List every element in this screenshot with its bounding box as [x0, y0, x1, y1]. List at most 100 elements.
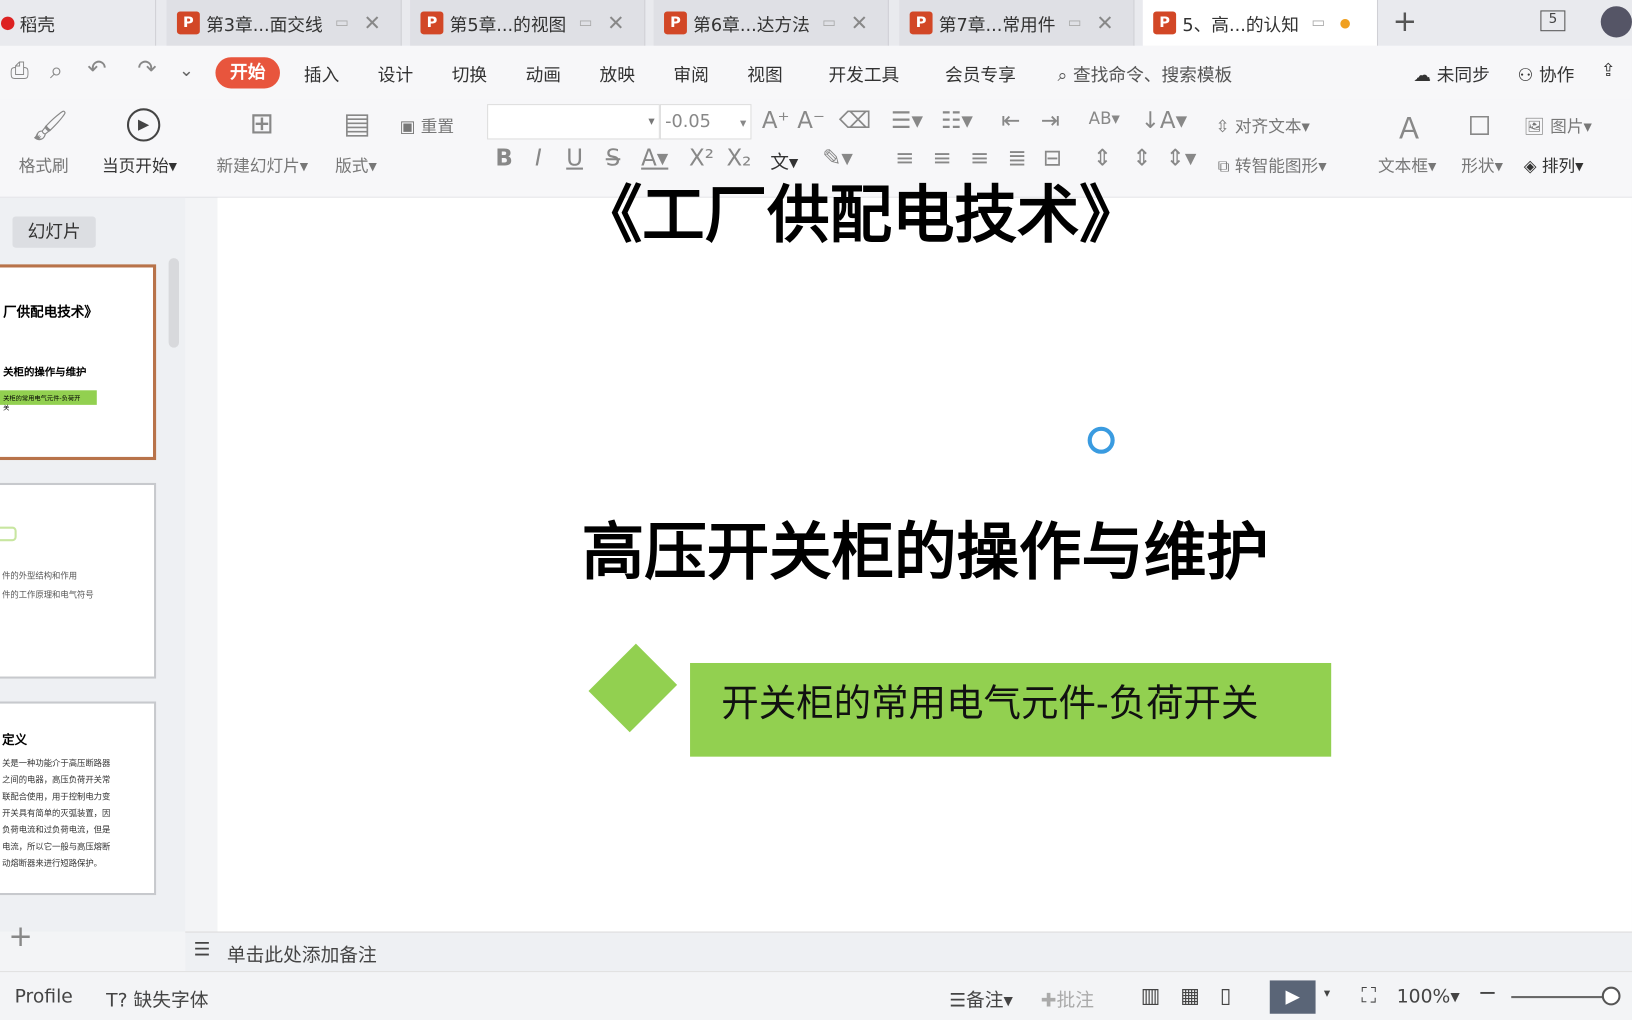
tab-doc[interactable]: P 第5章...的视图 ▭ ✕	[410, 0, 646, 46]
increase-indent-icon[interactable]: ⇥	[1041, 108, 1060, 134]
slide-subtitle[interactable]: 高压开关柜的操作与维护	[582, 502, 1269, 593]
textbox-button[interactable]: 文本框▾	[1378, 152, 1436, 177]
ppt-icon: P	[420, 11, 444, 35]
tab-doc[interactable]: P 第3章...面交线 ▭ ✕	[166, 0, 402, 46]
wps-presentation-window: ● 稻壳 P 第3章...面交线 ▭ ✕ P 第5章...的视图 ▭ ✕ P 第6章...达方法…	[0, 0, 1632, 1020]
ppt-icon: P	[1153, 11, 1177, 35]
user-icon: ⚇	[1517, 65, 1534, 87]
comment-button[interactable]: ✚批注	[1041, 986, 1094, 1013]
textbox-icon: Ａ	[1394, 111, 1424, 146]
close-icon[interactable]: ✕	[851, 10, 868, 35]
play-from-current-button[interactable]: 当页开始▾	[102, 152, 177, 177]
normal-view-icon[interactable]: ▥	[1141, 983, 1161, 1008]
smart-shape-button[interactable]: ⧉ 转智能图形▾	[1218, 152, 1327, 177]
slide-thumbnail-2[interactable]: 件的外型结构和作用 件的工作原理和电气符号	[0, 482, 157, 679]
increase-font-icon[interactable]: A⁺	[762, 108, 790, 134]
bold-icon[interactable]: B	[495, 146, 512, 172]
notes-toggle[interactable]: ☰备注▾	[949, 986, 1013, 1013]
decrease-indent-icon[interactable]: ⇤	[1001, 108, 1020, 134]
close-icon[interactable]: ✕	[1096, 10, 1113, 35]
menu-insert[interactable]: 插入	[304, 60, 339, 87]
tab-slides[interactable]: 幻灯片	[12, 216, 96, 248]
slide-sorter-icon[interactable]: ▦	[1180, 983, 1200, 1008]
shape-button[interactable]: 形状▾	[1461, 152, 1503, 177]
avatar[interactable]	[1600, 6, 1632, 38]
collaborate-button[interactable]: ⚇ 协作	[1517, 60, 1574, 87]
monitor-icon: ▭	[578, 14, 593, 32]
print-preview-icon[interactable]: ⌕	[50, 58, 63, 84]
ppt-icon: P	[664, 11, 687, 35]
missing-font-button[interactable]: T? 缺失字体	[106, 986, 208, 1013]
tab-doc-active[interactable]: P 5、高...的认知 ▭ ●	[1142, 0, 1379, 46]
tab-doc[interactable]: P 第7章...常用件 ▭ ✕	[899, 0, 1135, 46]
new-tab-button[interactable]: +	[1393, 4, 1417, 38]
sync-status[interactable]: ☁ 未同步	[1413, 60, 1489, 87]
tab-bar: ● 稻壳 P 第3章...面交线 ▭ ✕ P 第5章...的视图 ▭ ✕ P 第6章...达方法…	[0, 0, 1632, 46]
play-slideshow-button[interactable]: ▶	[1269, 980, 1316, 1014]
scrollbar[interactable]	[168, 258, 180, 348]
slide-tag-box[interactable]: 开关柜的常用电气元件-负荷开关	[690, 662, 1332, 757]
decrease-font-icon[interactable]: A⁻	[797, 108, 825, 134]
bullets-icon[interactable]: ☰▾	[891, 108, 923, 134]
spacing-menu-icon[interactable]: ⇕▾	[1166, 146, 1197, 172]
arrange-button[interactable]: ◈ 排列▾	[1524, 152, 1584, 177]
numbering-icon[interactable]: ☷▾	[941, 108, 973, 134]
format-painter-icon: 🖌	[31, 108, 69, 143]
window-count-button[interactable]: 5	[1540, 10, 1566, 32]
notes-icon: ☰	[193, 938, 211, 961]
menu-review[interactable]: 审阅	[673, 60, 708, 87]
clear-format-icon[interactable]: ⌫	[839, 108, 871, 134]
undo-icon[interactable]: ↶	[87, 56, 106, 82]
italic-icon[interactable]: I	[535, 146, 542, 172]
format-painter-button[interactable]: 格式刷	[19, 152, 69, 177]
reset-button[interactable]: ▣ 重置	[400, 112, 454, 137]
close-icon[interactable]: ✕	[607, 10, 624, 35]
slide-thumbnail-3[interactable]: 定义 关是一种功能介于高压断路器 之间的电器，高压负荷开关常 联配合使用，用于控制电…	[0, 701, 157, 896]
zoom-slider-handle[interactable]	[1601, 986, 1621, 1006]
search-command[interactable]: ⌕ 查找命令、搜索模板	[1057, 60, 1232, 87]
play-icon: ▶	[126, 108, 161, 142]
layout-button[interactable]: 版式▾	[335, 152, 377, 177]
menu-slideshow[interactable]: 放映	[600, 60, 635, 87]
fit-window-icon[interactable]: ⛶	[1361, 983, 1376, 1008]
menu-transition[interactable]: 切换	[452, 60, 487, 87]
sort-icon[interactable]: ↓A▾	[1141, 108, 1187, 134]
ppt-icon: P	[909, 11, 933, 35]
customize-chevron-icon[interactable]: ⌄	[179, 60, 194, 81]
tab-doc[interactable]: P 第6章...达方法 ▭ ✕	[653, 0, 889, 46]
diamond-shape[interactable]	[588, 643, 678, 733]
slide-thumbnail-1[interactable]: 厂供配电技术》 关柜的操作与维护 关柜的常用电气元件-负荷开关	[0, 264, 157, 461]
menu-member[interactable]: 会员专享	[945, 60, 1016, 87]
menu-animation[interactable]: 动画	[526, 60, 561, 87]
menu-bar: ⎙ ⌕ ↶ ↷ ⌄ 开始 插入 设计 切换 动画 放映 审阅 视图 开发工具 会…	[0, 45, 1632, 100]
share-icon[interactable]: ⇪	[1601, 60, 1616, 81]
slide-title[interactable]: 《工厂供配电技术》	[580, 164, 1142, 255]
status-bar: Profile T? 缺失字体 ☰备注▾ ✚批注 ▥ ▦ ▯ ▶ ▾ ⛶ 100…	[0, 971, 1632, 1020]
picture-button[interactable]: 🖼 图片▾	[1524, 112, 1592, 137]
thumb-body: 关是一种功能介于高压断路器 之间的电器，高压负荷开关常 联配合使用，用于控制电力变开…	[2, 758, 111, 869]
monitor-icon: ▭	[1067, 14, 1082, 32]
zoom-slider[interactable]	[1511, 996, 1612, 999]
slideshow-options-chevron-icon[interactable]: ▾	[1324, 986, 1330, 1001]
redo-icon[interactable]: ↷	[137, 56, 156, 82]
monitor-icon: ▭	[335, 14, 349, 32]
align-text-button[interactable]: ⇳ 对齐文本▾	[1216, 112, 1310, 137]
zoom-out-button[interactable]: −	[1478, 980, 1497, 1006]
loading-spinner-icon	[1087, 426, 1115, 454]
profile-button[interactable]: Profile	[15, 986, 73, 1008]
print-icon[interactable]: ⎙	[10, 58, 28, 84]
notes-pane[interactable]: ☰ 单击此处添加备注	[185, 931, 1632, 972]
menu-view[interactable]: 视图	[747, 60, 782, 87]
menu-home[interactable]: 开始	[215, 57, 280, 89]
font-size-select[interactable]: -0.05 ▾	[659, 104, 752, 140]
tab-docer[interactable]: ● 稻壳	[0, 0, 157, 46]
menu-developer[interactable]: 开发工具	[828, 60, 899, 87]
menu-design[interactable]: 设计	[378, 60, 413, 87]
new-slide-button[interactable]: 新建幻灯片▾	[216, 152, 308, 177]
add-slide-button[interactable]: +	[8, 922, 32, 951]
font-name-select[interactable]: ▾	[487, 104, 660, 140]
close-icon[interactable]: ✕	[364, 10, 381, 35]
zoom-select[interactable]: 100%▾	[1397, 986, 1460, 1008]
reading-view-icon[interactable]: ▯	[1220, 983, 1231, 1008]
text-direction-icon[interactable]: AB▾	[1089, 108, 1120, 128]
